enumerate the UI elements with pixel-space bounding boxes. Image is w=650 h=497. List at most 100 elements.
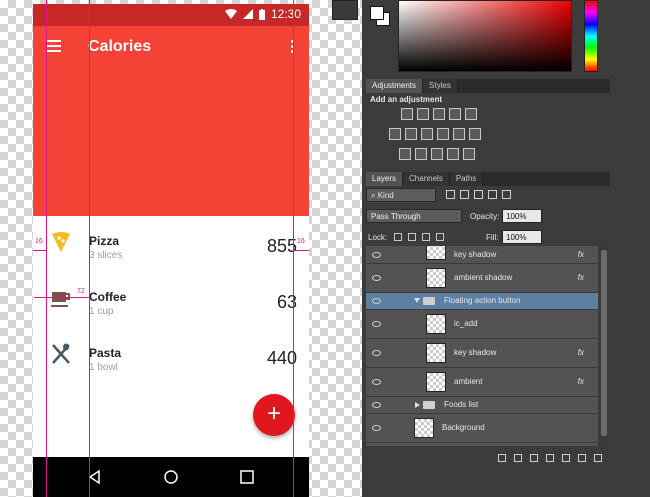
coffee-icon	[51, 292, 70, 307]
color-lookup-icon[interactable]	[469, 128, 481, 140]
posterize-icon[interactable]	[415, 148, 427, 160]
visibility-eye-icon[interactable]	[372, 425, 381, 431]
pixel-filter-icon[interactable]	[446, 190, 455, 199]
layers-scrollbar[interactable]	[600, 246, 608, 446]
color-balance-icon[interactable]	[405, 128, 417, 140]
layer-group-row[interactable]: Floating action button	[366, 293, 598, 310]
threshold-icon[interactable]	[431, 148, 443, 160]
back-icon[interactable]	[85, 467, 105, 487]
curves-icon[interactable]	[433, 108, 445, 120]
expand-triangle-icon[interactable]	[414, 298, 420, 303]
food-list: Pizza 3 slices 855 Coffee 1 cup 63 Pasta…	[33, 216, 309, 384]
fx-icon[interactable]: fx	[578, 348, 584, 357]
channel-mixer-icon[interactable]	[453, 128, 465, 140]
visibility-eye-icon[interactable]	[372, 321, 381, 327]
menu-icon[interactable]	[47, 40, 61, 54]
hue-slider[interactable]	[584, 0, 598, 72]
layer-thumbnail	[426, 268, 446, 288]
list-item[interactable]: Pasta 1 bowl 440	[33, 328, 309, 384]
smart-object-filter-icon[interactable]	[502, 190, 511, 199]
adjustment-layer-icon[interactable]	[546, 454, 554, 462]
guide-line	[34, 297, 89, 298]
layer-row[interactable]: ambient fx	[366, 368, 598, 397]
item-quantity: 1 bowl	[89, 362, 118, 373]
layer-name: Foods list	[444, 400, 479, 409]
delete-layer-icon[interactable]	[594, 454, 602, 462]
recents-icon[interactable]	[237, 467, 257, 487]
tab-styles[interactable]: Styles	[423, 79, 458, 93]
list-item[interactable]: Pizza 3 slices 855	[33, 216, 309, 272]
adjustment-filter-icon[interactable]	[460, 190, 469, 199]
shape-filter-icon[interactable]	[488, 190, 497, 199]
levels-icon[interactable]	[417, 108, 429, 120]
layers-list: key shadow fx ambient shadow fx Floating…	[366, 246, 598, 446]
visibility-eye-icon[interactable]	[372, 350, 381, 356]
guide-line	[33, 250, 46, 251]
fx-icon[interactable]: fx	[578, 377, 584, 386]
pizza-icon	[52, 232, 70, 252]
visibility-eye-icon[interactable]	[372, 379, 381, 385]
visibility-eye-icon[interactable]	[372, 298, 381, 304]
home-icon[interactable]	[161, 467, 181, 487]
layer-mask-icon[interactable]	[530, 454, 538, 462]
layer-name: ic_add	[454, 319, 478, 328]
item-quantity: 1 cup	[89, 306, 114, 317]
opacity-input[interactable]: 100%	[502, 209, 542, 223]
tool-panel-edge[interactable]	[332, 0, 358, 20]
black-white-icon[interactable]	[421, 128, 433, 140]
fx-icon[interactable]: fx	[578, 273, 584, 282]
invert-icon[interactable]	[399, 148, 411, 160]
blend-row: Pass Through Opacity: 100%	[366, 209, 610, 225]
tab-paths[interactable]: Paths	[449, 172, 484, 186]
signal-icon	[242, 9, 253, 19]
type-filter-icon[interactable]	[474, 190, 483, 199]
lock-all-icon[interactable]	[436, 233, 444, 241]
layer-row[interactable]: ic_add	[366, 310, 598, 339]
tab-adjustments[interactable]: Adjustments	[366, 79, 424, 93]
new-group-icon[interactable]	[562, 454, 570, 462]
tab-layers[interactable]: Layers	[366, 172, 404, 186]
fx-icon[interactable]: fx	[578, 250, 584, 259]
item-name: Coffee	[89, 290, 127, 304]
add-fab-button[interactable]: +	[253, 394, 295, 436]
layer-group-row[interactable]: Foods list	[366, 397, 598, 414]
visibility-eye-icon[interactable]	[372, 402, 381, 408]
lock-transparent-icon[interactable]	[394, 233, 402, 241]
hue-saturation-icon[interactable]	[389, 128, 401, 140]
list-item[interactable]: Coffee 1 cup 63	[33, 272, 309, 328]
link-layers-icon[interactable]	[498, 454, 506, 462]
adjustment-buttons	[389, 108, 481, 168]
visibility-eye-icon[interactable]	[372, 251, 381, 258]
lock-position-icon[interactable]	[422, 233, 430, 241]
new-layer-icon[interactable]	[578, 454, 586, 462]
layer-row[interactable]: key shadow fx	[366, 339, 598, 368]
gradient-map-icon[interactable]	[463, 148, 475, 160]
lock-image-icon[interactable]	[408, 233, 416, 241]
collapse-triangle-icon[interactable]	[415, 402, 420, 408]
layer-row[interactable]: Background	[366, 414, 598, 443]
more-vert-icon[interactable]	[289, 40, 295, 54]
visibility-eye-icon[interactable]	[372, 275, 381, 281]
color-picker-field[interactable]	[398, 0, 572, 72]
layer-thumbnail	[414, 418, 434, 438]
status-time: 12:30	[270, 7, 301, 21]
layer-style-icon[interactable]	[514, 454, 522, 462]
fill-input[interactable]: 100%	[502, 230, 542, 244]
selective-color-icon[interactable]	[447, 148, 459, 160]
blend-mode-select[interactable]: Pass Through	[366, 209, 462, 223]
exposure-icon[interactable]	[449, 108, 461, 120]
scrollbar-thumb[interactable]	[601, 250, 607, 436]
kind-filter-select[interactable]: ⌕ Kind	[366, 188, 436, 202]
foreground-color-swatch[interactable]	[370, 6, 384, 20]
layers-footer	[366, 450, 610, 466]
fill-label: Fill:	[486, 233, 499, 242]
photo-filter-icon[interactable]	[437, 128, 449, 140]
layer-row[interactable]: ambient shadow fx	[366, 264, 598, 293]
layer-name: key shadow	[454, 249, 497, 259]
brightness-icon[interactable]	[401, 108, 413, 120]
folder-icon	[423, 297, 435, 305]
tab-channels[interactable]: Channels	[403, 172, 450, 186]
vibrance-icon[interactable]	[465, 108, 477, 120]
folder-icon	[423, 401, 435, 409]
layer-row[interactable]: key shadow fx	[366, 246, 598, 264]
